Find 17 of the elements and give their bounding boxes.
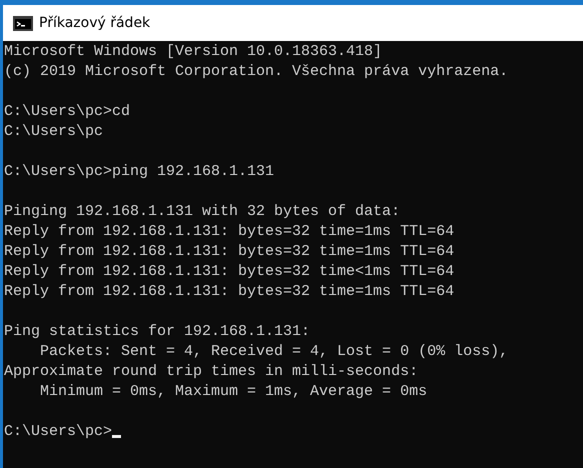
console-line: Reply from 192.168.1.131: bytes=32 time=1ms TTL=64 [4,222,454,242]
window-title: Příkazový řádek [39,15,150,31]
console-line: C:\Users\pc [4,122,104,142]
console-line: Reply from 192.168.1.131: bytes=32 time<1ms TTL=64 [4,262,454,282]
console-line: C:\Users\pc>ping 192.168.1.131 [4,162,274,182]
console-line: Pinging 192.168.1.131 with 32 bytes of data: [4,202,400,222]
console-line: Ping statistics for 192.168.1.131: [4,322,310,342]
console-line: Reply from 192.168.1.131: bytes=32 time=1ms TTL=64 [4,242,454,262]
console-line: C:\Users\pc>cd [4,102,130,122]
command-prompt: C:\Users\pc> [4,422,112,442]
console-line: (c) 2019 Microsoft Corporation. Všechna práva vyhrazena. [4,62,508,82]
console-line: Reply from 192.168.1.131: bytes=32 time=1ms TTL=64 [4,282,454,302]
console-line: Packets: Sent = 4, Received = 4, Lost = 0 (0% loss), [39,342,508,362]
console-line: Microsoft Windows [Version 10.0.18363.418] [4,42,382,62]
console-icon [13,16,33,30]
console-line: Minimum = 0ms, Maximum = 1ms, Average = 0ms [39,382,428,402]
console-line: Approximate round trip times in milli-seconds: [4,362,418,382]
